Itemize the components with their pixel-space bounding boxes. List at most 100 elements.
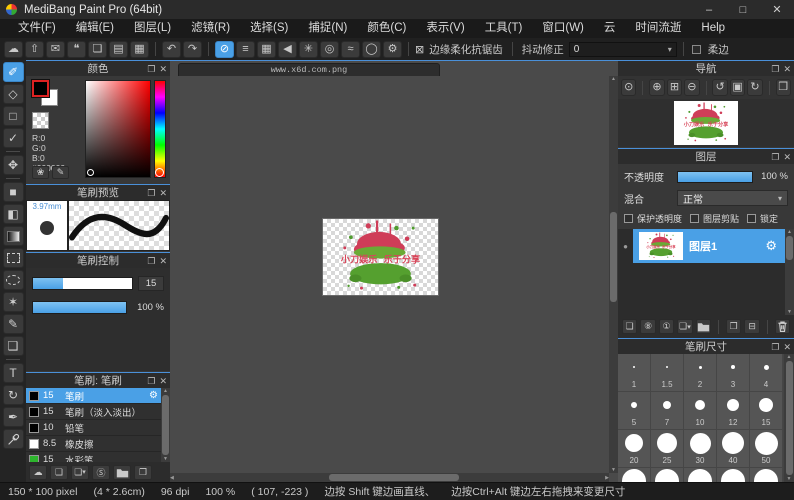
brush-size-option[interactable]: 1.5 [651, 354, 684, 392]
scroll-thumb[interactable] [786, 236, 793, 260]
bucket-tool[interactable]: ◧ [3, 204, 24, 224]
brush-list-scrollbar[interactable]: ▲ ▼ [161, 388, 170, 462]
comment-button[interactable]: ✉ [46, 41, 65, 58]
polyline-tool[interactable]: ✓ [3, 128, 24, 148]
snap-off-button[interactable]: ⊘ [215, 41, 234, 58]
arrow-up-icon[interactable]: ▲ [611, 76, 616, 82]
popout-icon[interactable]: ❐ [147, 65, 155, 74]
merge-layer-button[interactable]: ⊟ [744, 319, 759, 334]
popout-icon[interactable]: ❐ [147, 257, 155, 266]
close-icon[interactable]: ✕ [783, 65, 791, 74]
rotate-cw-button[interactable]: ↻ [747, 79, 762, 96]
gradient-tool[interactable] [3, 226, 24, 246]
arrow-up-icon[interactable]: ▲ [787, 229, 792, 235]
hue-marker[interactable] [155, 168, 164, 177]
saturation-value-picker[interactable] [85, 80, 151, 178]
arrow-down-icon[interactable]: ▼ [787, 309, 792, 315]
brush-size-option[interactable]: 4 [750, 354, 783, 392]
new-8bit-layer-button[interactable]: ⑧ [640, 319, 655, 334]
close-icon[interactable]: ✕ [783, 343, 791, 352]
redo-button[interactable]: ↷ [183, 41, 202, 58]
zoom-out-button[interactable]: ⊖ [684, 79, 699, 96]
scroll-thumb[interactable] [786, 361, 793, 475]
arrow-down-icon[interactable]: ▼ [163, 456, 168, 462]
brush-item[interactable]: 8.5 橡皮擦 [26, 436, 161, 452]
undo-button[interactable]: ↶ [162, 41, 181, 58]
popout-icon[interactable]: ❐ [771, 65, 779, 74]
publish-button[interactable]: ⇧ [25, 41, 44, 58]
brush-size-option[interactable]: 12 [717, 392, 750, 430]
chat-button[interactable]: ❝ [67, 41, 86, 58]
palette-button[interactable]: ❀ [32, 166, 49, 179]
menu-view[interactable]: 表示(V) [416, 19, 474, 38]
delete-layer-button[interactable] [775, 319, 790, 334]
brush-size-option[interactable]: 20 [618, 430, 651, 468]
magic-wand-tool[interactable]: ✶ [3, 292, 24, 312]
brush-script-button[interactable]: Ⓢ [92, 465, 110, 480]
minimize-button[interactable]: – [692, 0, 726, 19]
close-icon[interactable]: ✕ [159, 65, 167, 74]
close-icon[interactable]: ✕ [783, 153, 791, 162]
brush-size-option[interactable]: 100 [750, 468, 783, 482]
brush-size-option[interactable]: 30 [684, 430, 717, 468]
snap-parallel-button[interactable]: ≡ [236, 41, 255, 58]
brush-size-option[interactable]: 80 [684, 468, 717, 482]
document-tab[interactable]: www.x6d.com.png [178, 63, 440, 76]
new-layer-button[interactable]: ❏ [622, 319, 637, 334]
soft-edge-checkbox[interactable] [692, 45, 701, 54]
shape-tool[interactable]: □ [3, 106, 24, 126]
menu-snap[interactable]: 捕捉(N) [298, 19, 357, 38]
menu-select[interactable]: 选择(S) [240, 19, 298, 38]
brush-size-option[interactable]: 25 [651, 430, 684, 468]
brush-size-scrollbar[interactable]: ▲ ▼ [784, 354, 794, 482]
brush-size-option[interactable]: 7 [651, 392, 684, 430]
clipping-checkbox[interactable] [690, 214, 699, 223]
maximize-button[interactable]: □ [726, 0, 760, 19]
brush-size-value[interactable]: 15 [138, 276, 164, 291]
arrow-left-icon[interactable]: ◀ [170, 475, 174, 481]
snap-concentric-button[interactable]: ◎ [320, 41, 339, 58]
menu-cloud[interactable]: 云 [594, 19, 626, 38]
brush-size-option[interactable]: 70 [651, 468, 684, 482]
transparent-color-swatch[interactable] [32, 112, 49, 129]
palette-edit-button[interactable]: ✎ [52, 166, 69, 179]
menu-filter[interactable]: 滤镜(R) [181, 19, 240, 38]
close-icon[interactable]: ✕ [159, 257, 167, 266]
document-area[interactable] [170, 76, 609, 473]
fit-view-button[interactable]: ⊞ [667, 79, 682, 96]
snap-ellipse-button[interactable]: ◯ [362, 41, 381, 58]
select-eraser-tool[interactable]: ❑ [3, 336, 24, 356]
document-image[interactable] [322, 218, 439, 296]
arrow-up-icon[interactable]: ▲ [787, 354, 792, 360]
snap-settings-button[interactable]: ⚙ [383, 41, 402, 58]
popout-icon[interactable]: ❐ [147, 377, 155, 386]
brush-item-selected[interactable]: 15 笔刷 ⚙ [26, 388, 161, 404]
move-tool[interactable]: ✥ [3, 155, 24, 175]
brush-tool[interactable]: ✐ [3, 62, 24, 82]
scroll-thumb[interactable] [610, 212, 617, 302]
brush-size-option[interactable]: 50 [750, 430, 783, 468]
popout-icon[interactable]: ❐ [147, 189, 155, 198]
brush-size-option[interactable]: 2 [684, 354, 717, 392]
foreground-color-swatch[interactable] [32, 80, 49, 97]
brush-folder-button[interactable] [113, 465, 131, 480]
menu-edit[interactable]: 编辑(E) [66, 19, 124, 38]
rotate-ccw-button[interactable]: ↺ [712, 79, 727, 96]
brush-size-option[interactable]: 90 [717, 468, 750, 482]
zoom-in-button[interactable]: ⊕ [649, 79, 664, 96]
brush-size-option[interactable]: 1 [618, 354, 651, 392]
lasso-tool[interactable] [3, 270, 24, 290]
canvas-vertical-scrollbar[interactable]: ▲ ▼ [609, 76, 618, 473]
gear-icon[interactable]: ⚙ [149, 390, 158, 401]
arrow-down-icon[interactable]: ▼ [611, 467, 616, 473]
gear-icon[interactable]: ⚙ [765, 238, 777, 254]
flip-view-button[interactable]: ❒ [776, 79, 791, 96]
antialias-toggle-icon[interactable]: ⊠ [415, 43, 424, 56]
menu-window[interactable]: 窗口(W) [532, 19, 594, 38]
add-layer-menu-button[interactable]: ❏▾ [677, 319, 692, 334]
eraser-tool[interactable]: ◇ [3, 84, 24, 104]
layer-row-selected[interactable]: ● 图层1 ⚙ [618, 229, 785, 263]
canvas-area[interactable]: www.x6d.com.png ▲ ▼ ◀ ▶ [170, 60, 618, 482]
close-icon[interactable]: ✕ [159, 377, 167, 386]
close-icon[interactable]: ✕ [159, 189, 167, 198]
